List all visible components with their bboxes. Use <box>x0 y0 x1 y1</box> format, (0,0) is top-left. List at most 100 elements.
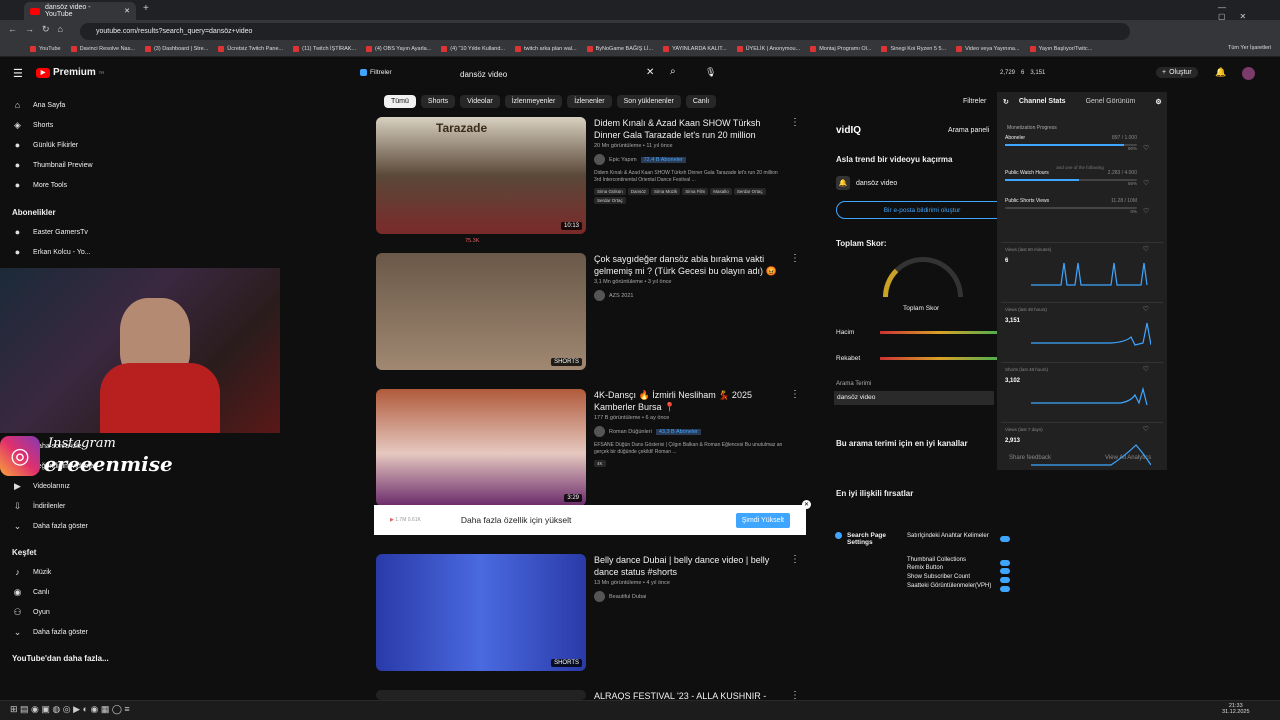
sidebar-item[interactable]: ◉ Canlı <box>0 582 200 602</box>
video-title[interactable]: Didem Kınalı & Azad Kaan SHOW Türksh Din… <box>594 117 784 141</box>
mic-icon[interactable]: 🎙 <box>705 67 716 78</box>
video-title[interactable]: Çok saygıdeğer dansöz abla bırakma vakti… <box>594 253 784 277</box>
bookmark-item[interactable]: ÜYELİK | Anonymou... <box>736 46 800 52</box>
window-controls-icon[interactable]: —▢✕ <box>1218 3 1280 21</box>
subscriptions-title[interactable]: Abonelikler <box>0 202 200 222</box>
video-tag[interactable]: Serdar Ortaç <box>594 197 626 204</box>
search-input[interactable]: dansöz video <box>448 65 658 83</box>
create-button[interactable]: + Oluştur <box>1156 67 1198 78</box>
setting-toggle[interactable] <box>1000 560 1010 566</box>
notify-button[interactable]: Bir e-posta bildirimi oluştur <box>836 201 1008 219</box>
setting-toggle[interactable] <box>1000 568 1010 574</box>
chip-4[interactable]: İzlenenler <box>567 95 612 108</box>
more-options-icon[interactable]: ⋮ <box>790 554 800 565</box>
heart-icon[interactable]: ♡ <box>1143 305 1149 313</box>
setting-toggle[interactable] <box>1000 577 1010 583</box>
video-tag[interactable]: Serdar Ortaç <box>733 188 766 195</box>
heart-icon[interactable]: ♡ <box>1143 365 1149 373</box>
sidebar-item[interactable]: ⇩ İndirilenler <box>0 496 200 516</box>
sidebar-item[interactable]: ⌄ Daha fazla göster <box>0 622 200 642</box>
video-title[interactable]: 4K-Dansçı 🔥 İzmirli Nesliham 💃 2025 Kamb… <box>594 389 784 413</box>
video-tag[interactable]: Masallo <box>710 188 732 195</box>
chip-3[interactable]: İzlenmeyenler <box>504 95 563 108</box>
bookmark-item[interactable]: Ücretsiz Twitch Pane... <box>218 46 283 52</box>
browser-tab[interactable]: dansöz video - YouTube ✕ <box>24 2 136 20</box>
video-title[interactable]: Belly dance Dubai | belly dance video | … <box>594 554 784 578</box>
bookmark-item[interactable]: Yayın Başlıyor/Twitc... <box>1029 46 1092 52</box>
bookmark-item[interactable]: (11) Twitch İŞTİRAK... <box>293 46 356 52</box>
address-bar[interactable]: youtube.com/results?search_query=dansöz+… <box>80 23 1130 40</box>
setting-toggle[interactable] <box>1000 536 1010 542</box>
close-icon[interactable]: ✕ <box>124 7 130 15</box>
channel-link[interactable]: Epic Yapım 72,4 B Aboneler <box>594 154 784 165</box>
nav-arrows-icon[interactable]: ←→↻⌂ <box>8 24 71 35</box>
heart-icon[interactable]: ♡ <box>1143 144 1149 152</box>
taskbar-apps[interactable]: ⊞ ▤ ◉ ▣ ◍ ◎ ▶ ◐ ◉ ▦ ◯ ≡ <box>10 704 130 715</box>
bookmark-item[interactable]: (4) "10 Yılde Kulland... <box>441 46 505 52</box>
more-options-icon[interactable]: ⋮ <box>790 117 800 128</box>
heart-icon[interactable]: ♡ <box>1143 245 1149 253</box>
bookmark-item[interactable]: twitch arka plan wal... <box>515 46 577 52</box>
bookmark-item[interactable]: YouTube <box>30 46 61 52</box>
close-icon[interactable]: ✕ <box>802 500 811 509</box>
channel-link[interactable]: AZS 2021 <box>594 290 784 301</box>
heart-icon[interactable]: ♡ <box>1143 207 1149 215</box>
sidebar-item[interactable]: ● Thumbnail Preview <box>0 155 200 175</box>
bookmark-item[interactable]: Video veya Yayınına... <box>956 46 1020 52</box>
video-tag[interactable]: 4K <box>594 460 606 467</box>
sidebar-item[interactable]: ♪ Müzik <box>0 562 200 582</box>
sidebar-item[interactable]: ● Erkan Kolcu - Yo... <box>0 242 200 262</box>
filters-button[interactable]: Filtreler <box>360 69 392 76</box>
chip-2[interactable]: Videolar <box>460 95 500 108</box>
more-options-icon[interactable]: ⋮ <box>790 389 800 400</box>
sidebar-item[interactable]: ● Günlük Fikirler <box>0 135 200 155</box>
view-select[interactable]: Genel Görünüm <box>1086 98 1136 106</box>
channel-link[interactable]: Roman Düğünleri 43,3 B Aboneler <box>594 426 784 437</box>
bell-icon[interactable]: 🔔 <box>1215 67 1226 78</box>
panel-tab[interactable]: Arama paneli <box>948 127 989 134</box>
gear-icon[interactable]: ⚙ <box>1155 98 1161 106</box>
video-thumbnail[interactable]: SHORTS <box>376 554 586 671</box>
more-options-icon[interactable]: ⋮ <box>790 253 800 264</box>
filters-right-button[interactable]: Filtreler <box>963 98 986 105</box>
search-icon[interactable]: ⌕ <box>670 66 676 77</box>
bookmark-item[interactable]: (4) OBS Yayın Ayarla... <box>366 46 431 52</box>
video-thumbnail[interactable]: Tarazade 10:13 <box>376 117 586 234</box>
sidebar-item[interactable]: ● More Tools <box>0 175 200 195</box>
youtube-logo[interactable]: ▶ Premium TR <box>36 67 104 78</box>
upgrade-button[interactable]: Şimdi Yükselt <box>735 512 790 528</box>
term-value[interactable]: dansöz video <box>834 391 994 405</box>
heart-icon[interactable]: ♡ <box>1143 179 1149 187</box>
video-tag[interactable]: Dansöz <box>627 188 650 195</box>
bookmark-item[interactable]: Sinegi Koi Ryzen 5 5... <box>881 46 946 52</box>
bookmark-item[interactable]: Davinci Resolve Nas... <box>70 46 135 52</box>
setting-toggle[interactable] <box>1000 586 1010 592</box>
chip-1[interactable]: Shorts <box>420 95 456 108</box>
video-thumbnail[interactable] <box>376 690 586 700</box>
chip-6[interactable]: Canlı <box>685 95 717 108</box>
bookmark-item[interactable]: Montaj Programı Ol... <box>810 46 871 52</box>
clear-icon[interactable]: ✕ <box>646 67 654 78</box>
video-tag[interactable]: Sima Film <box>682 188 709 195</box>
bookmark-item[interactable]: ByNoGame BAĞIŞ Lİ... <box>586 46 653 52</box>
sidebar-item[interactable]: ⚇ Oyun <box>0 602 200 622</box>
video-tag[interactable]: Sima Müzik <box>651 188 681 195</box>
bookmark-item[interactable]: (3) Dashboard | Stre... <box>144 46 208 52</box>
channel-link[interactable]: Beautiful Dubai <box>594 591 784 602</box>
sidebar-item[interactable]: ▶ Videolarınız <box>0 476 200 496</box>
all-bookmarks[interactable]: Tüm Yer İşaretleri <box>1228 45 1272 51</box>
video-tag[interactable]: Sima Gülsün <box>594 188 626 195</box>
video-thumbnail[interactable]: 3:29 <box>376 389 586 506</box>
bookmark-item[interactable]: YAYINLARDA KALIT... <box>663 46 727 52</box>
sidebar-item[interactable]: ◈ Shorts <box>0 115 200 135</box>
clock[interactable]: 21:33 31.12.2025 <box>1222 703 1250 715</box>
video-thumbnail[interactable]: SHORTS <box>376 253 586 370</box>
sidebar-item[interactable]: ● Easter GamersTv <box>0 222 200 242</box>
heart-icon[interactable]: ♡ <box>1143 425 1149 433</box>
menu-icon[interactable]: ☰ <box>13 67 23 80</box>
sidebar-item[interactable]: ⌄ Daha fazla göster <box>0 516 200 536</box>
chip-5[interactable]: Son yüklenenler <box>616 95 681 108</box>
new-tab-icon[interactable]: + <box>143 3 149 14</box>
refresh-icon[interactable]: ↻ <box>1003 98 1009 106</box>
chip-0[interactable]: Tümü <box>384 95 416 108</box>
